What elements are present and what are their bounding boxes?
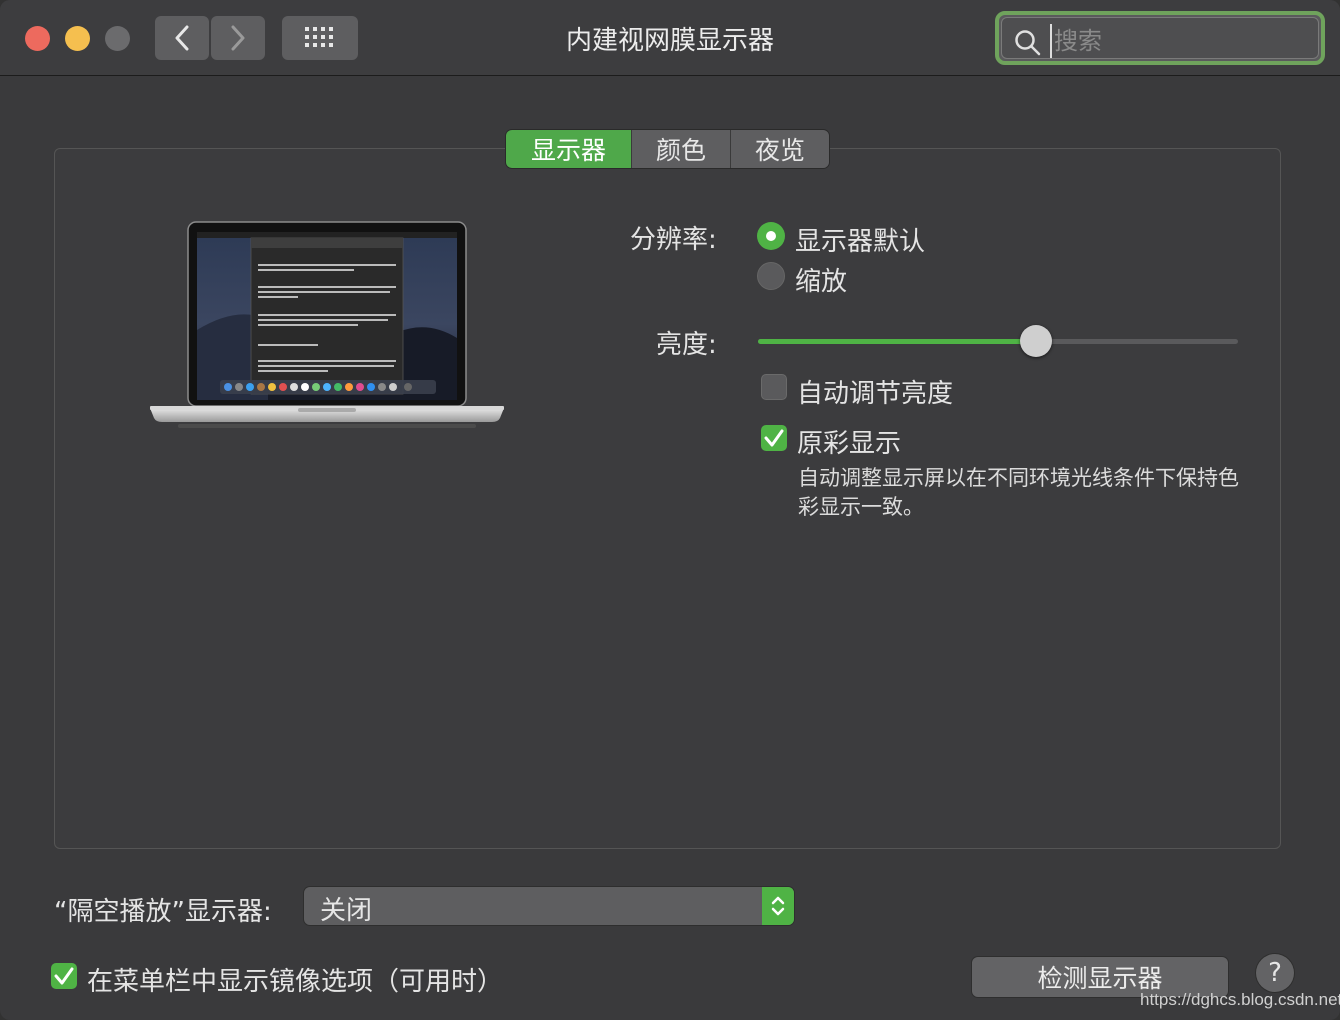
auto-brightness-checkbox[interactable] <box>761 374 787 400</box>
checkmark-icon <box>764 429 784 447</box>
mirror-menu-checkbox[interactable] <box>51 963 77 989</box>
resolution-scaled-radio[interactable] <box>757 262 785 290</box>
true-tone-description: 自动调整显示屏以在不同环境光线条件下保持色彩显示一致。 <box>798 466 1239 519</box>
back-button[interactable] <box>155 16 209 60</box>
window-title: 内建视网膜显示器 <box>565 26 774 56</box>
show-all-button[interactable] <box>282 16 358 60</box>
brightness-slider[interactable] <box>758 339 1238 344</box>
true-tone-checkbox[interactable] <box>761 425 787 451</box>
tab-display[interactable]: 显示器 <box>506 130 632 168</box>
resolution-scaled-label[interactable]: 缩放 <box>795 261 847 298</box>
airplay-select-value: 关闭 <box>320 896 373 926</box>
brightness-slider-fill <box>758 339 1036 344</box>
watermark-text: https://dghcs.blog.csdn.net <box>1140 990 1340 1009</box>
search-field[interactable] <box>995 11 1325 65</box>
resolution-default-radio[interactable] <box>757 222 785 250</box>
chevron-left-icon <box>175 25 189 51</box>
title-bar: 内建视网膜显示器 <box>0 0 1340 76</box>
updown-arrows-icon <box>762 887 794 925</box>
mirror-menu-label[interactable]: 在菜单栏中显示镜像选项（可用时） <box>87 961 503 998</box>
brightness-label: 亮度: <box>656 330 717 360</box>
tab-color[interactable]: 颜色 <box>632 130 731 168</box>
nav-buttons <box>155 16 266 60</box>
segmented-tabs: 显示器 颜色 夜览 <box>506 130 829 168</box>
forward-button[interactable] <box>211 16 265 60</box>
resolution-default-label[interactable]: 显示器默认 <box>795 221 925 258</box>
chevron-right-icon <box>231 25 245 51</box>
resolution-label: 分辨率: <box>630 225 717 255</box>
brightness-slider-knob[interactable] <box>1020 325 1052 357</box>
checkmark-icon <box>54 967 74 985</box>
airplay-select[interactable]: 关闭 <box>304 887 794 926</box>
preferences-window: 内建视网膜显示器 显示器 颜色 夜览 <box>0 0 1340 1020</box>
minimize-icon[interactable] <box>65 26 90 51</box>
laptop-image <box>150 221 504 428</box>
help-button[interactable]: ? <box>1256 954 1294 992</box>
search-icon <box>1015 30 1041 56</box>
grid-icon <box>305 27 333 47</box>
close-icon[interactable] <box>25 26 50 51</box>
airplay-label: “隔空播放”显示器: <box>54 897 272 927</box>
search-input[interactable] <box>1050 24 1316 58</box>
zoom-icon[interactable] <box>105 26 130 51</box>
search-field-inner <box>1001 17 1319 59</box>
true-tone-label[interactable]: 原彩显示 <box>797 423 901 460</box>
auto-brightness-label[interactable]: 自动调节亮度 <box>797 373 953 410</box>
tab-night-shift[interactable]: 夜览 <box>731 130 829 168</box>
